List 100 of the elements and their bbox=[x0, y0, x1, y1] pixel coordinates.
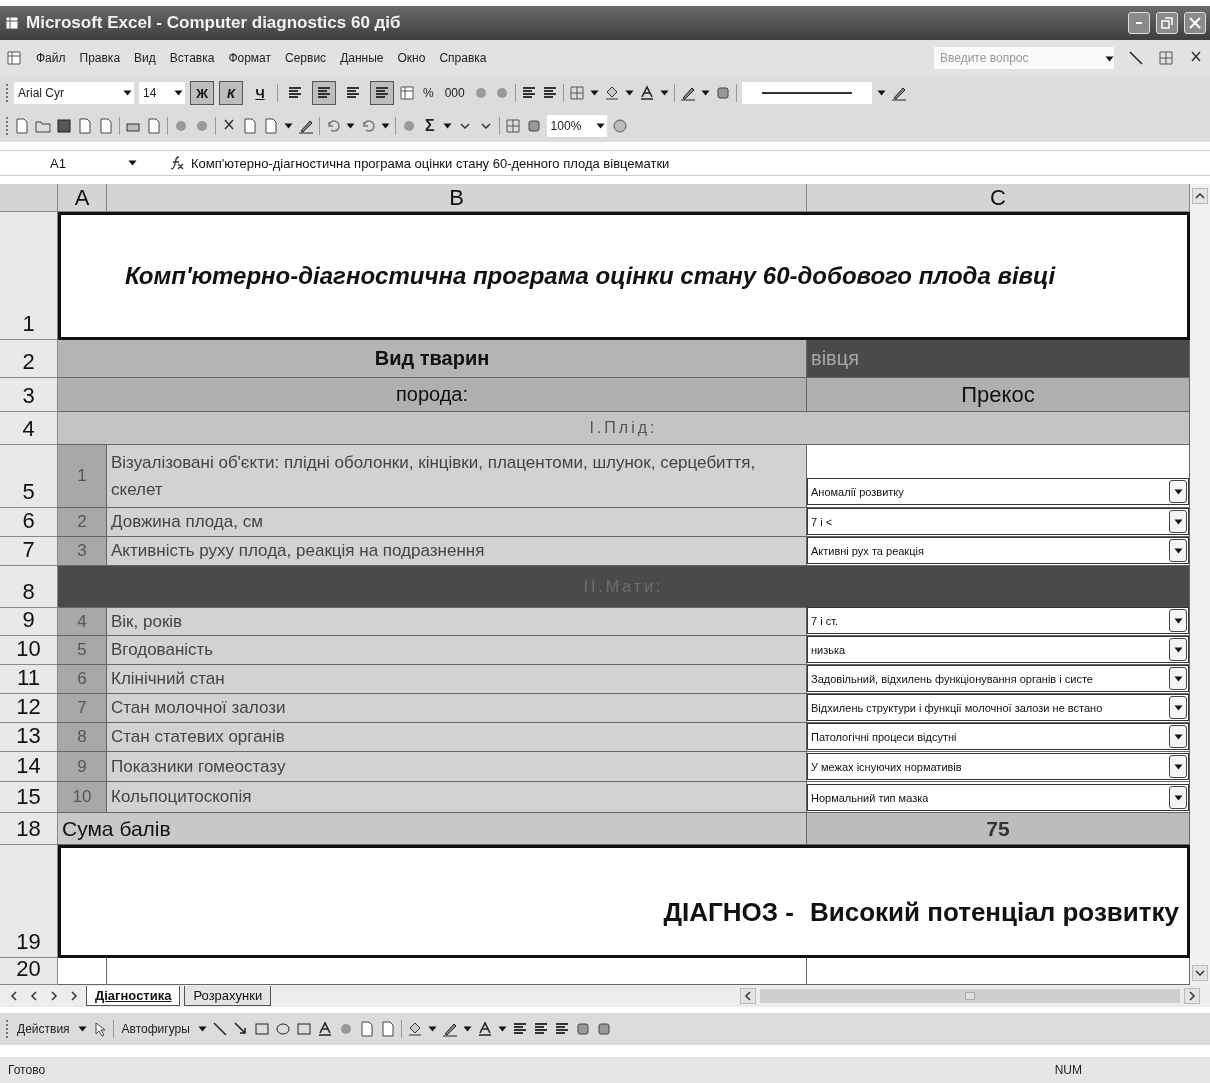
column-header[interactable]: A bbox=[58, 184, 107, 212]
name-box[interactable]: A1 bbox=[0, 151, 145, 175]
caret-icon bbox=[284, 123, 293, 129]
align-icon bbox=[316, 85, 332, 101]
row-header[interactable]: 5 bbox=[0, 445, 58, 508]
dropdown-button[interactable] bbox=[1169, 539, 1187, 562]
dropdown-field[interactable]: 7 і < bbox=[807, 508, 1189, 535]
horizontal-scrollbar[interactable] bbox=[760, 989, 1180, 1003]
dropdown-field[interactable]: низька bbox=[807, 636, 1189, 663]
row-header[interactable]: 6 bbox=[0, 508, 58, 537]
row-header[interactable]: 15 bbox=[0, 782, 58, 813]
table-cell: Довжина плода, см bbox=[107, 508, 807, 537]
menu-item[interactable]: Вид bbox=[134, 51, 156, 65]
triangle-icon bbox=[1173, 617, 1183, 624]
zoom-field[interactable]: 100% bbox=[546, 115, 607, 137]
dropdown-button[interactable] bbox=[1169, 609, 1187, 632]
row-header[interactable]: 11 bbox=[0, 665, 58, 694]
menu-item[interactable]: Данные bbox=[340, 51, 384, 65]
style-button[interactable]: Ч bbox=[248, 81, 272, 105]
dropdown-button[interactable] bbox=[1169, 510, 1187, 533]
sum-button[interactable]: Σ bbox=[422, 115, 438, 137]
actions-menu-button[interactable]: Действия bbox=[14, 1018, 73, 1040]
scroll-thumb[interactable] bbox=[965, 992, 975, 1000]
row-header[interactable]: 3 bbox=[0, 378, 58, 412]
row-header[interactable]: 7 bbox=[0, 537, 58, 566]
row-header[interactable]: 20 bbox=[0, 958, 58, 985]
align-button[interactable] bbox=[370, 81, 394, 105]
scroll-down-button[interactable] bbox=[1192, 965, 1208, 981]
dropdown-button[interactable] bbox=[1169, 638, 1187, 661]
sheet-tab[interactable]: Діагностика bbox=[86, 986, 181, 1006]
dropdown-button[interactable] bbox=[1169, 480, 1187, 503]
table-cell: Візуалізовані об'єкти: плідні оболонки, кінцівки, плацентоми, шлунок, серцебиття, скелет bbox=[107, 445, 807, 508]
scroll-up-button[interactable] bbox=[1192, 188, 1208, 204]
font-field[interactable]: Arial Cyr bbox=[14, 82, 134, 104]
dropdown-button[interactable] bbox=[1169, 667, 1187, 690]
column-header[interactable]: C bbox=[807, 184, 1190, 212]
row-header[interactable]: 1 bbox=[0, 212, 58, 340]
dropdown-button[interactable] bbox=[1169, 725, 1187, 748]
menu-item[interactable]: Правка bbox=[79, 51, 121, 65]
table-cell: Сума балів bbox=[58, 813, 807, 845]
row-header[interactable]: 4 bbox=[0, 412, 58, 445]
row-header[interactable]: 12 bbox=[0, 694, 58, 723]
fill-bucket-icon bbox=[603, 85, 620, 101]
close-button[interactable] bbox=[1184, 12, 1206, 34]
dropdown-field[interactable]: Активні рух та реакція bbox=[807, 537, 1189, 564]
dropdown-field[interactable]: Задовільний, відхилень функціонування органів і систе bbox=[807, 665, 1189, 692]
thousands-button[interactable]: 000 bbox=[441, 82, 468, 104]
style-button[interactable]: К bbox=[219, 81, 243, 105]
row-header[interactable]: 13 bbox=[0, 723, 58, 752]
style-button[interactable]: Ж bbox=[190, 81, 214, 105]
row-header[interactable]: 10 bbox=[0, 636, 58, 665]
line-style-field[interactable] bbox=[741, 82, 872, 104]
menu-item[interactable]: Окно bbox=[397, 51, 426, 65]
restore-button[interactable] bbox=[1156, 12, 1178, 34]
menu-item[interactable]: Сервис bbox=[285, 51, 327, 65]
dropdown-field[interactable]: У межах існуючих нормативів bbox=[807, 753, 1189, 780]
column-header[interactable]: B bbox=[107, 184, 807, 212]
row-header[interactable]: 9 bbox=[0, 608, 58, 636]
font-color-icon bbox=[476, 1021, 493, 1037]
dropdown-field[interactable]: Відхилень структури і функції молочної залози не встано bbox=[807, 694, 1189, 721]
status-text: Готово bbox=[8, 1063, 46, 1077]
triangle-icon bbox=[1173, 646, 1183, 653]
align-button[interactable] bbox=[312, 81, 336, 105]
dropdown-button[interactable] bbox=[1169, 696, 1187, 719]
row-header[interactable]: 14 bbox=[0, 752, 58, 782]
dropdown-button[interactable] bbox=[1169, 755, 1187, 778]
dropdown-field[interactable]: Аномалії розвитку bbox=[807, 478, 1189, 505]
table-cell: 2 bbox=[58, 508, 107, 537]
caret-icon bbox=[595, 123, 605, 129]
sheet-tab[interactable]: Розрахунки bbox=[184, 986, 272, 1006]
table-cell: 4 bbox=[58, 608, 107, 636]
percent-button[interactable]: % bbox=[420, 82, 437, 104]
caret-icon bbox=[497, 1026, 507, 1032]
font-size-field[interactable]: 14 bbox=[139, 82, 185, 104]
row-header[interactable]: 8 bbox=[0, 566, 58, 608]
row-header[interactable]: 18 bbox=[0, 813, 58, 845]
align-icon bbox=[287, 85, 303, 101]
table-cell: Прекос bbox=[807, 378, 1190, 412]
formula-field[interactable]: Комп'ютерно-діагностична програма оцінки стану 60-денного плода вівцематки bbox=[185, 151, 1210, 175]
dropdown-field[interactable]: 7 і ст. bbox=[807, 607, 1189, 634]
scroll-left-button[interactable] bbox=[740, 988, 756, 1004]
table-cell: Вік, років bbox=[107, 608, 807, 636]
minimize-button[interactable] bbox=[1128, 12, 1150, 34]
menu-item[interactable]: Вставка bbox=[169, 51, 215, 65]
menu-item[interactable]: Файл bbox=[36, 51, 66, 65]
menu-item[interactable]: Справка bbox=[439, 51, 487, 65]
oval-icon bbox=[274, 1021, 291, 1037]
row-header[interactable]: 2 bbox=[0, 340, 58, 378]
menu-item[interactable]: Формат bbox=[228, 51, 272, 65]
autoshapes-menu-button[interactable]: Автофигуры bbox=[118, 1018, 193, 1040]
line-icon bbox=[761, 91, 852, 95]
arrow-icon bbox=[232, 1021, 249, 1037]
vertical-scrollbar[interactable] bbox=[1190, 184, 1210, 985]
dropdown-field[interactable]: Патологічні процеси відсутні bbox=[807, 723, 1189, 750]
dropdown-field[interactable]: Нормальний тип мазка bbox=[807, 784, 1189, 811]
dropdown-button[interactable] bbox=[1169, 786, 1187, 809]
table-cell: Вгодованість bbox=[107, 636, 807, 665]
scroll-right-button[interactable] bbox=[1184, 988, 1200, 1004]
section-cell: І.Плід: bbox=[58, 412, 1190, 445]
row-header[interactable]: 19 bbox=[0, 845, 58, 958]
